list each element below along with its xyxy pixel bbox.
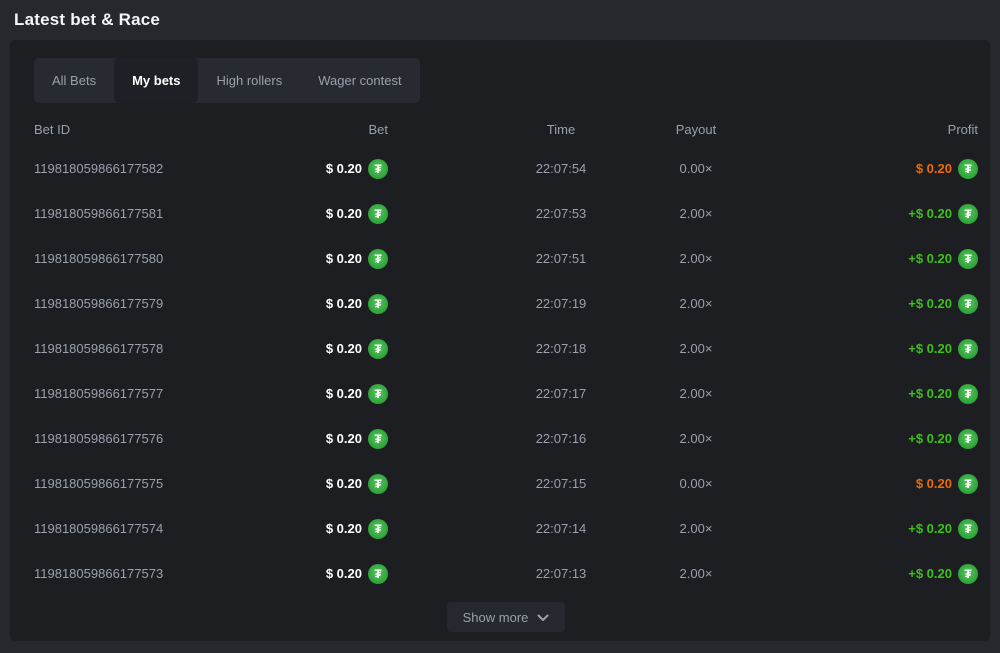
tether-coin-icon: ₮ bbox=[958, 249, 978, 269]
page-title: Latest bet & Race bbox=[14, 10, 160, 30]
bet-amount: $ 0.20 ₮ bbox=[326, 204, 388, 224]
tab-all-bets[interactable]: All Bets bbox=[34, 58, 114, 103]
show-more-label: Show more bbox=[463, 610, 529, 625]
table-row: 119818059866177576 $ 0.20 ₮ 22:07:16 2.0… bbox=[34, 416, 978, 461]
tether-coin-icon: ₮ bbox=[958, 339, 978, 359]
bet-time: 22:07:18 bbox=[464, 341, 658, 356]
tether-coin-icon: ₮ bbox=[958, 204, 978, 224]
bet-payout: 2.00× bbox=[658, 386, 734, 401]
column-bet: Bet bbox=[368, 122, 388, 137]
bet-id: 119818059866177582 bbox=[34, 161, 163, 176]
table-row: 119818059866177573 $ 0.20 ₮ 22:07:13 2.0… bbox=[34, 551, 978, 596]
column-profit: Profit bbox=[948, 122, 978, 137]
bet-profit: +$ 0.20 ₮ bbox=[734, 384, 978, 404]
tether-coin-icon: ₮ bbox=[368, 159, 388, 179]
tether-coin-icon: ₮ bbox=[368, 429, 388, 449]
table-row: 119818059866177579 $ 0.20 ₮ 22:07:19 2.0… bbox=[34, 281, 978, 326]
bet-payout: 0.00× bbox=[658, 161, 734, 176]
bet-profit: +$ 0.20 ₮ bbox=[734, 249, 978, 269]
column-payout: Payout bbox=[658, 122, 734, 137]
tether-coin-icon: ₮ bbox=[368, 294, 388, 314]
show-more-button[interactable]: Show more bbox=[447, 602, 566, 632]
tether-coin-icon: ₮ bbox=[958, 519, 978, 539]
tether-coin-icon: ₮ bbox=[958, 384, 978, 404]
bet-profit: +$ 0.20 ₮ bbox=[734, 204, 978, 224]
bet-amount: $ 0.20 ₮ bbox=[326, 294, 388, 314]
bet-time: 22:07:19 bbox=[464, 296, 658, 311]
bet-profit: +$ 0.20 ₮ bbox=[734, 339, 978, 359]
tether-coin-icon: ₮ bbox=[368, 564, 388, 584]
bet-id: 119818059866177578 bbox=[34, 341, 163, 356]
bet-amount: $ 0.20 ₮ bbox=[326, 339, 388, 359]
tether-coin-icon: ₮ bbox=[958, 564, 978, 584]
table-row: 119818059866177574 $ 0.20 ₮ 22:07:14 2.0… bbox=[34, 506, 978, 551]
bet-amount: $ 0.20 ₮ bbox=[326, 564, 388, 584]
tab-high-rollers[interactable]: High rollers bbox=[198, 58, 300, 103]
tether-coin-icon: ₮ bbox=[368, 204, 388, 224]
topbar: Latest bet & Race bbox=[0, 0, 1000, 40]
bet-profit: +$ 0.20 ₮ bbox=[734, 294, 978, 314]
bet-payout: 2.00× bbox=[658, 341, 734, 356]
tether-coin-icon: ₮ bbox=[958, 429, 978, 449]
table-row: 119818059866177577 $ 0.20 ₮ 22:07:17 2.0… bbox=[34, 371, 978, 416]
tether-coin-icon: ₮ bbox=[368, 249, 388, 269]
bet-time: 22:07:14 bbox=[464, 521, 658, 536]
bet-payout: 2.00× bbox=[658, 296, 734, 311]
bet-payout: 2.00× bbox=[658, 566, 734, 581]
table-row: 119818059866177581 $ 0.20 ₮ 22:07:53 2.0… bbox=[34, 191, 978, 236]
bet-amount: $ 0.20 ₮ bbox=[326, 384, 388, 404]
bet-id: 119818059866177573 bbox=[34, 566, 163, 581]
bets-panel: All BetsMy betsHigh rollersWager contest… bbox=[10, 40, 990, 641]
bet-time: 22:07:17 bbox=[464, 386, 658, 401]
tether-coin-icon: ₮ bbox=[368, 474, 388, 494]
bet-payout: 2.00× bbox=[658, 521, 734, 536]
bet-profit: +$ 0.20 ₮ bbox=[734, 519, 978, 539]
chevron-down-icon bbox=[537, 610, 549, 625]
bet-id: 119818059866177581 bbox=[34, 206, 163, 221]
bet-id: 119818059866177576 bbox=[34, 431, 163, 446]
bet-amount: $ 0.20 ₮ bbox=[326, 429, 388, 449]
tether-coin-icon: ₮ bbox=[368, 519, 388, 539]
column-bet-id: Bet ID bbox=[34, 122, 70, 137]
bet-profit: +$ 0.20 ₮ bbox=[734, 564, 978, 584]
tether-coin-icon: ₮ bbox=[368, 384, 388, 404]
bet-time: 22:07:54 bbox=[464, 161, 658, 176]
bet-id: 119818059866177574 bbox=[34, 521, 163, 536]
bet-payout: 2.00× bbox=[658, 251, 734, 266]
table-body: 119818059866177582 $ 0.20 ₮ 22:07:54 0.0… bbox=[34, 146, 978, 596]
bet-id: 119818059866177577 bbox=[34, 386, 163, 401]
bet-amount: $ 0.20 ₮ bbox=[326, 249, 388, 269]
bet-profit: $ 0.20 ₮ bbox=[734, 474, 978, 494]
tether-coin-icon: ₮ bbox=[368, 339, 388, 359]
table-row: 119818059866177582 $ 0.20 ₮ 22:07:54 0.0… bbox=[34, 146, 978, 191]
bet-id: 119818059866177575 bbox=[34, 476, 163, 491]
bets-tabbar: All BetsMy betsHigh rollersWager contest bbox=[34, 58, 420, 103]
tab-my-bets[interactable]: My bets bbox=[114, 58, 198, 103]
bet-amount: $ 0.20 ₮ bbox=[326, 159, 388, 179]
bet-time: 22:07:53 bbox=[464, 206, 658, 221]
bet-payout: 2.00× bbox=[658, 431, 734, 446]
column-time: Time bbox=[464, 122, 658, 137]
bet-profit: +$ 0.20 ₮ bbox=[734, 429, 978, 449]
tether-coin-icon: ₮ bbox=[958, 294, 978, 314]
table-row: 119818059866177575 $ 0.20 ₮ 22:07:15 0.0… bbox=[34, 461, 978, 506]
bet-time: 22:07:15 bbox=[464, 476, 658, 491]
table-row: 119818059866177580 $ 0.20 ₮ 22:07:51 2.0… bbox=[34, 236, 978, 281]
bet-id: 119818059866177579 bbox=[34, 296, 163, 311]
bet-profit: $ 0.20 ₮ bbox=[734, 159, 978, 179]
bet-time: 22:07:16 bbox=[464, 431, 658, 446]
tether-coin-icon: ₮ bbox=[958, 159, 978, 179]
bet-id: 119818059866177580 bbox=[34, 251, 163, 266]
bet-payout: 2.00× bbox=[658, 206, 734, 221]
tab-wager-contest[interactable]: Wager contest bbox=[300, 58, 419, 103]
bet-amount: $ 0.20 ₮ bbox=[326, 474, 388, 494]
bet-time: 22:07:13 bbox=[464, 566, 658, 581]
tether-coin-icon: ₮ bbox=[958, 474, 978, 494]
bet-payout: 0.00× bbox=[658, 476, 734, 491]
bet-time: 22:07:51 bbox=[464, 251, 658, 266]
table-header: Bet ID Bet Time Payout Profit bbox=[34, 113, 978, 146]
bet-amount: $ 0.20 ₮ bbox=[326, 519, 388, 539]
table-row: 119818059866177578 $ 0.20 ₮ 22:07:18 2.0… bbox=[34, 326, 978, 371]
